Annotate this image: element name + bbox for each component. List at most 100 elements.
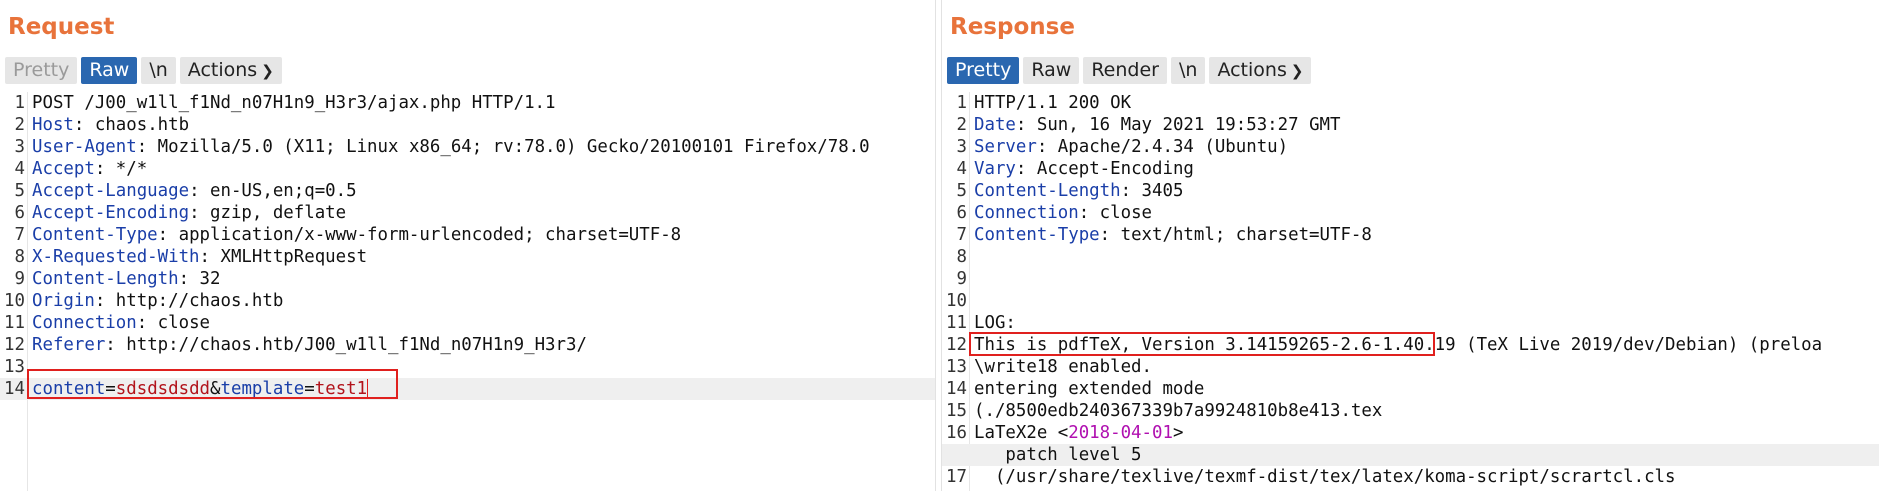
line-number: 3	[956, 137, 967, 157]
line-number: 3	[14, 137, 25, 157]
header-name: Content-Length	[32, 269, 179, 289]
line-number: 12	[946, 335, 967, 355]
line-content: Content-Length: 32	[32, 268, 221, 290]
request-raw-button[interactable]: Raw	[81, 57, 138, 84]
line-content: (./8500edb240367339b7a9924810b8e413.tex	[974, 400, 1382, 422]
line-number: 7	[14, 225, 25, 245]
line-content: Origin: http://chaos.htb	[32, 290, 283, 312]
header-name: Accept-Encoding	[32, 203, 190, 223]
chevron-down-icon: ❯	[261, 62, 274, 80]
line-number: 13	[946, 357, 967, 377]
line-content: Content-Length: 3405	[974, 180, 1183, 202]
code-line: 7 Content-Type: text/html; charset=UTF-8	[942, 224, 1879, 246]
line-number: 2	[14, 115, 25, 135]
request-pane: Request Pretty Raw \n Actions ❯ 1 POST /J0…	[0, 0, 935, 491]
header-value: close	[1089, 203, 1153, 223]
code-line: 4 Accept: */*	[0, 158, 935, 180]
code-line: 8 X-Requested-With: XMLHttpRequest	[0, 246, 935, 268]
response-pane: Response Pretty Raw Render \n Actions ❯ 1…	[942, 0, 1879, 491]
header-name: Vary	[974, 159, 1016, 179]
code-line: 7 Content-Type: application/x-www-form-ur…	[0, 224, 935, 246]
header-colon: :	[73, 115, 85, 135]
line-content: LaTeX2e <2018-04-01>	[974, 422, 1183, 444]
code-line: 2 Date: Sun, 16 May 2021 19:53:27 GMT	[942, 114, 1879, 136]
request-newline-toggle[interactable]: \n	[141, 57, 176, 84]
request-editor[interactable]: 1 POST /J00_w1ll_f1Nd_n07H1n9_H3r3/ajax.p…	[0, 92, 935, 491]
code-line: 10	[942, 290, 1879, 312]
code-line: 4 Vary: Accept-Encoding	[942, 158, 1879, 180]
header-value: Apache/2.4.34 (Ubuntu)	[1047, 137, 1289, 157]
response-pretty-button[interactable]: Pretty	[947, 57, 1020, 84]
header-value: http://chaos.htb/J00_w1ll_f1Nd_n07H1n9_H…	[115, 335, 587, 355]
line-number: 17	[946, 467, 967, 487]
line-text: >	[1172, 423, 1184, 443]
request-pretty-button[interactable]: Pretty	[5, 57, 78, 84]
line-text: patch level 5	[974, 445, 1142, 465]
header-value: application/x-www-form-urlencoded; chars…	[168, 225, 682, 245]
line-content: entering extended mode	[974, 378, 1204, 400]
line-text: (/usr/share/texlive/texmf-dist/tex/latex…	[974, 467, 1676, 487]
line-number: 4	[14, 159, 25, 179]
header-colon: :	[1036, 137, 1048, 157]
line-content: Accept: */*	[32, 158, 147, 180]
response-actions-menu[interactable]: Actions ❯	[1209, 57, 1312, 84]
header-colon: :	[189, 203, 200, 223]
response-editor[interactable]: 1 HTTP/1.1 200 OK 2 Date: Sun, 16 May 2021 …	[942, 92, 1879, 491]
header-colon: :	[1099, 225, 1111, 245]
header-name: Host	[32, 115, 74, 135]
header-name: Accept	[32, 159, 95, 179]
line-content: Content-Type: application/x-www-form-url…	[32, 224, 681, 246]
request-title: Request	[8, 14, 115, 40]
header-value: 32	[189, 269, 221, 289]
line-number: 5	[14, 181, 25, 201]
line-number: 13	[4, 357, 25, 377]
header-value: 3405	[1131, 181, 1184, 201]
header-value: Mozilla/5.0 (X11; Linux x86_64; rv:78.0)…	[147, 137, 870, 157]
latex-date: 2018-04-01	[1068, 423, 1173, 443]
code-line: 10 Origin: http://chaos.htb	[0, 290, 935, 312]
line-text: (TeX Live 2019/dev/Debian) (preloa	[1455, 335, 1823, 355]
header-name: Content-Type	[32, 225, 158, 245]
header-name: Origin	[32, 291, 95, 311]
code-line: 12 Referer: http://chaos.htb/J00_w1ll_f1N…	[0, 334, 935, 356]
line-number: 1	[956, 93, 967, 113]
line-text: entering extended mode	[974, 379, 1205, 399]
line-text: LOG:	[974, 313, 1016, 333]
header-value: */*	[105, 159, 148, 179]
line-number: 10	[946, 291, 967, 311]
line-content: Date: Sun, 16 May 2021 19:53:27 GMT	[974, 114, 1340, 136]
line-number: 14	[4, 379, 25, 399]
header-value: en-US,en;q=0.5	[199, 181, 357, 201]
header-colon: :	[178, 269, 190, 289]
response-render-button[interactable]: Render	[1083, 57, 1167, 84]
line-text: HTTP/1.1 200 OK	[974, 93, 1132, 113]
header-value: XMLHttpRequest	[210, 247, 368, 267]
code-line: 16 LaTeX2e <2018-04-01>	[942, 422, 1879, 444]
pane-divider[interactable]: ⋮	[935, 0, 951, 491]
header-colon: :	[1078, 203, 1090, 223]
line-text: POST /J00_w1ll_f1Nd_n07H1n9_H3r3/ajax.ph…	[32, 93, 556, 113]
header-colon: :	[94, 159, 106, 179]
line-number: 5	[956, 181, 967, 201]
line-text: LaTeX2e <	[974, 423, 1069, 443]
response-raw-button[interactable]: Raw	[1023, 57, 1080, 84]
line-content: LOG:	[974, 312, 1016, 334]
header-value: gzip, deflate	[199, 203, 347, 223]
header-name: User-Agent	[32, 137, 137, 157]
header-colon: :	[1120, 181, 1132, 201]
header-value: Sun, 16 May 2021 19:53:27 GMT	[1026, 115, 1341, 135]
header-name: Connection	[32, 313, 137, 333]
response-newline-toggle[interactable]: \n	[1170, 57, 1206, 84]
header-name: Accept-Language	[32, 181, 190, 201]
request-actions-menu[interactable]: Actions ❯	[179, 57, 282, 84]
line-number: 16	[946, 423, 967, 443]
line-number: 6	[14, 203, 25, 223]
header-colon: :	[136, 137, 148, 157]
code-line: 1 HTTP/1.1 200 OK	[942, 92, 1879, 114]
header-name: Server	[974, 137, 1037, 157]
line-content: POST /J00_w1ll_f1Nd_n07H1n9_H3r3/ajax.ph…	[32, 92, 556, 114]
line-number: 12	[4, 335, 25, 355]
line-content: X-Requested-With: XMLHttpRequest	[32, 246, 367, 268]
code-line: patch level 5	[942, 444, 1879, 466]
request-actions-label: Actions	[187, 59, 258, 81]
